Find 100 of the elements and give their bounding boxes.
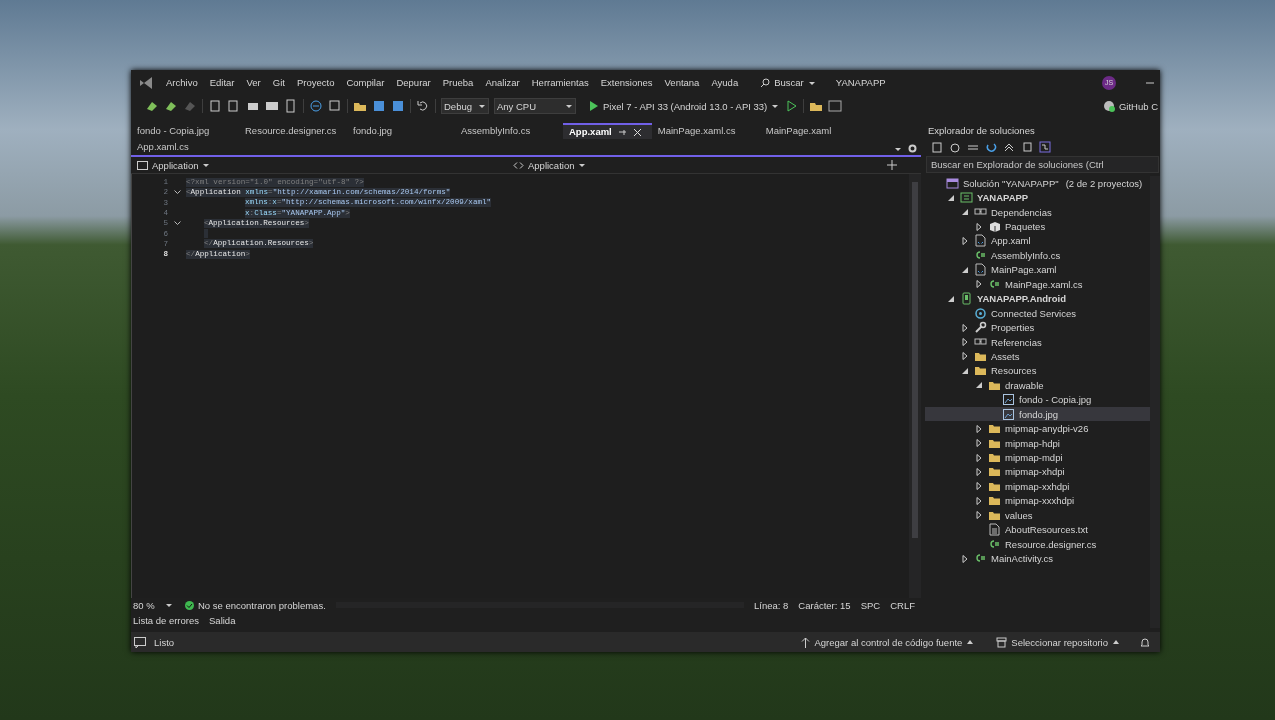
collapsed-arrow-icon[interactable] [975, 222, 983, 231]
search-button[interactable]: Buscar [758, 77, 818, 88]
document-tab[interactable]: fondo.jpg [347, 123, 455, 139]
tree-item[interactable]: MainPage.xaml.cs [925, 277, 1150, 292]
collapsed-arrow-icon[interactable] [961, 352, 969, 361]
tree-item[interactable]: AboutResources.txt [925, 522, 1150, 537]
collapsed-arrow-icon[interactable] [975, 496, 983, 505]
zoom-dropdown[interactable]: 80 % [131, 597, 175, 613]
panel-tab[interactable]: Salida [209, 614, 236, 626]
menu-item[interactable]: Editar [209, 77, 235, 88]
expanded-arrow-icon[interactable] [975, 381, 983, 390]
document-tab[interactable]: fondo - Copia.jpg [131, 123, 239, 139]
menu-item[interactable]: Compilar [346, 77, 385, 88]
tree-item[interactable]: mipmap-xxhdpi [925, 479, 1150, 494]
expanded-arrow-icon[interactable] [947, 193, 955, 202]
expanded-arrow-icon[interactable] [961, 366, 969, 375]
tree-item[interactable]: mipmap-xhdpi [925, 464, 1150, 480]
menu-item[interactable]: Analizar [485, 77, 520, 88]
menu-item[interactable]: Herramientas [531, 77, 589, 88]
collapsed-arrow-icon[interactable] [961, 323, 969, 332]
document-tab[interactable]: Resource.designer.cs [239, 123, 347, 139]
play-outline-icon[interactable] [786, 100, 799, 112]
menu-item[interactable]: Git [272, 77, 285, 88]
menu-item[interactable]: Ayuda [711, 77, 739, 88]
menu-item[interactable]: Proyecto [296, 77, 335, 88]
collapse-icon[interactable] [173, 220, 181, 226]
tree-item[interactable]: Assets [925, 349, 1150, 364]
tree-item[interactable]: MainActivity.cs [925, 551, 1150, 566]
tree-item[interactable]: Resource.designer.cs [925, 536, 1150, 552]
tree-item[interactable]: fondo - Copia.jpg [925, 392, 1150, 407]
collapsed-arrow-icon[interactable] [975, 439, 983, 448]
platform-dropdown[interactable]: Any CPU [494, 98, 576, 114]
collapsed-arrow-icon[interactable] [975, 453, 983, 462]
tree-item[interactable]: values [925, 508, 1150, 523]
add-icon[interactable] [887, 160, 897, 170]
expanded-arrow-icon[interactable] [961, 265, 969, 274]
tree-item[interactable]: YANAPAPP.Android [925, 291, 1150, 306]
document-tab[interactable]: App.xaml [563, 123, 652, 139]
scope-dropdown[interactable]: Application [135, 159, 511, 171]
save-icon[interactable] [391, 99, 405, 113]
scroll-thumb[interactable] [912, 182, 918, 538]
collapsed-arrow-icon[interactable] [975, 482, 983, 491]
panel-tab[interactable]: Lista de errores [133, 614, 199, 626]
undo-icon[interactable] [416, 99, 430, 113]
tree-item[interactable]: mipmap-hdpi [925, 435, 1150, 451]
collapsed-arrow-icon[interactable] [961, 554, 969, 563]
tree-item[interactable]: MainPage.xaml [925, 262, 1150, 278]
collapse-all-icon[interactable] [1003, 141, 1015, 153]
collapsed-arrow-icon[interactable] [975, 280, 983, 289]
menu-item[interactable]: Archivo [166, 77, 198, 88]
tree-item[interactable]: fondo.jpg [925, 407, 1150, 422]
tree-item[interactable]: drawable [925, 378, 1150, 393]
search-field[interactable]: Buscar en Explorador de soluciones (Ctrl [926, 156, 1159, 173]
menu-item[interactable]: Ver [246, 77, 261, 88]
expanded-arrow-icon[interactable] [961, 208, 969, 217]
document-tab[interactable]: AssemblyInfo.cs [455, 123, 563, 139]
tree-item[interactable]: Paquetes [925, 219, 1150, 234]
tree-item[interactable]: mipmap-anydpi-v26 [925, 421, 1150, 436]
copilot-button[interactable]: GitHub C [1100, 100, 1160, 112]
scrollbar[interactable] [1150, 176, 1160, 628]
element-dropdown[interactable]: Application [511, 159, 887, 171]
tree-item[interactable]: Resources [925, 363, 1150, 379]
tree-item[interactable]: Dependencias [925, 204, 1150, 220]
settings-icon[interactable] [908, 144, 917, 153]
collapsed-arrow-icon[interactable] [961, 236, 969, 245]
collapsed-arrow-icon[interactable] [975, 424, 983, 433]
collapsed-arrow-icon[interactable] [975, 467, 983, 476]
menu-item[interactable]: Prueba [442, 77, 474, 88]
refresh-icon[interactable] [985, 141, 997, 153]
document-tab[interactable]: MainPage.xaml [759, 123, 868, 139]
caret-icon [202, 161, 211, 169]
tree-item[interactable]: YANAPAPP [925, 190, 1150, 205]
tree-item[interactable]: Properties [925, 320, 1150, 335]
build-icon[interactable] [145, 99, 159, 113]
save-icon[interactable] [372, 99, 386, 113]
pin-icon[interactable] [617, 127, 627, 137]
expanded-arrow-icon[interactable] [947, 294, 955, 303]
close-icon[interactable] [632, 127, 642, 137]
tree-item[interactable]: Connected Services [925, 305, 1150, 321]
tree-item[interactable]: AssemblyInfo.cs [925, 248, 1150, 263]
tree-item[interactable]: mipmap-mdpi [925, 450, 1150, 465]
scrollbar[interactable] [909, 174, 921, 598]
tree-item[interactable]: App.xaml [925, 233, 1150, 249]
document-tab[interactable]: MainPage.xaml.cs [651, 123, 760, 139]
source-control-button[interactable]: Agregar al control de código fuente [799, 636, 977, 648]
menu-item[interactable]: Extensiones [600, 77, 653, 88]
tree-item[interactable]: Referencias [925, 334, 1150, 350]
collapsed-arrow-icon[interactable] [975, 511, 983, 520]
configuration-dropdown[interactable]: Debug [441, 98, 489, 114]
build-icon[interactable] [164, 99, 178, 113]
repository-button[interactable]: Seleccionar repositorio [994, 636, 1122, 648]
menu-item[interactable]: Depurar [396, 77, 431, 88]
collapsed-arrow-icon[interactable] [961, 338, 969, 347]
bell-icon[interactable] [1140, 636, 1150, 648]
run-button[interactable]: Pixel 7 - API 33 (Android 13.0 - API 33) [587, 100, 782, 112]
menu-item[interactable]: Ventana [664, 77, 700, 88]
tree-item[interactable]: mipmap-xxxhdpi [925, 493, 1150, 509]
document-tab[interactable]: App.xaml.cs [131, 139, 239, 155]
tree-item[interactable]: Solución "YANAPAPP" (2 de 2 proyectos) [925, 176, 1150, 191]
collapse-icon[interactable] [173, 189, 181, 195]
